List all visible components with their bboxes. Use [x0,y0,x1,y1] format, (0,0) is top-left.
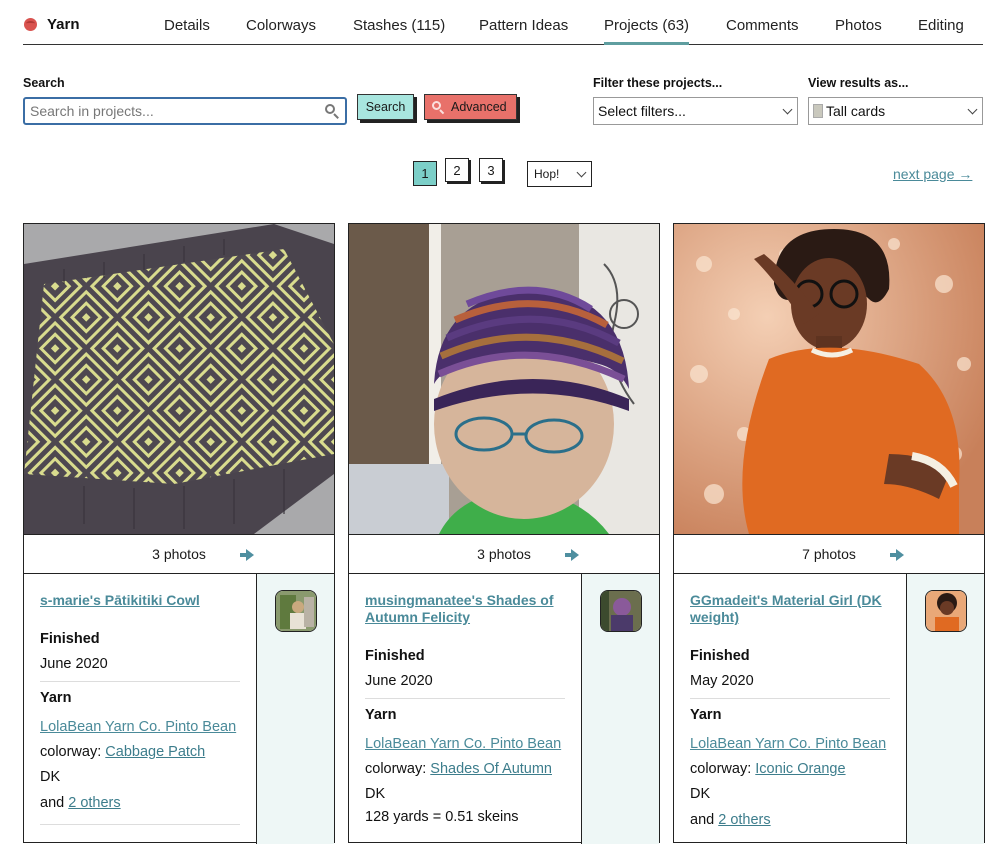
others-line: and 2 others [690,812,771,828]
colorway-prefix: colorway: [690,761,752,777]
others-link[interactable]: 2 others [718,812,770,828]
avatar[interactable] [925,590,967,632]
yarn-label: Yarn [365,707,397,723]
yarn-ball-icon [23,17,39,33]
yarn-weight: DK [690,786,711,802]
filter-label: Filter these projects... [593,76,723,90]
tab-details[interactable]: Details [164,17,210,34]
hop-select[interactable]: Hop! [527,161,592,187]
yarn-label: Yarn [690,707,722,723]
others-link[interactable]: 2 others [68,795,120,811]
avatar[interactable] [275,590,317,632]
colorway-line: colorway: Cabbage Patch [40,744,205,760]
next-page-link[interactable]: next page → [893,166,972,182]
card-details: s-marie's Pātikitiki Cowl Finished June … [24,574,256,844]
search-input[interactable] [28,99,318,123]
view-label: View results as... [808,76,909,90]
colorway-link[interactable]: Iconic Orange [755,761,845,777]
divider [365,698,565,699]
yarn-link[interactable]: LolaBean Yarn Co. Pinto Bean [40,719,236,735]
avatar[interactable] [600,590,642,632]
yardage: 128 yards = 0.51 skeins [365,809,519,825]
view-select-value: Tall cards [826,103,886,119]
colorway-link[interactable]: Shades Of Autumn [430,761,552,777]
photo-count: 7 photos [802,546,856,562]
card-side-panel [581,574,659,844]
card-details: musingmanatee's Shades of Autumn Felicit… [349,574,581,844]
finished-date: June 2020 [365,673,433,689]
others-prefix: and [40,795,65,811]
photo-count: 3 photos [152,546,206,562]
chevron-down-icon [576,167,587,178]
arrow-right-icon [890,549,904,561]
photo-count: 3 photos [477,546,531,562]
finished-date: June 2020 [40,656,108,672]
yarn-label: Yarn [40,690,72,706]
project-photo[interactable] [674,224,984,534]
project-title-link[interactable]: GGmadeit's Material Girl (DK weight) [690,592,895,626]
yarn-weight: DK [40,769,61,785]
card-side-panel [256,574,334,844]
others-line: and 2 others [40,795,121,811]
finished-date: May 2020 [690,673,754,689]
status-label: Finished [690,648,750,664]
brand-label: Yarn [47,16,80,33]
divider [40,681,240,682]
project-card: 3 photos musingmanatee's Shades of Autum… [348,223,660,844]
others-prefix: and [690,812,715,828]
divider [40,824,240,825]
search-icon [325,104,339,119]
page-3-button[interactable]: 3 [479,158,503,182]
project-photo[interactable] [24,224,334,534]
project-card: 3 photos s-marie's Pātikitiki Cowl Finis… [23,223,335,844]
photos-link[interactable]: 7 photos [674,534,984,574]
colorway-prefix: colorway: [40,744,102,760]
card-details: GGmadeit's Material Girl (DK weight) Fin… [674,574,906,844]
colorway-link[interactable]: Cabbage Patch [105,744,205,760]
colorway-prefix: colorway: [365,761,427,777]
search-label: Search [23,76,65,90]
colorway-line: colorway: Iconic Orange [690,761,846,777]
tab-pattern-ideas[interactable]: Pattern Ideas [479,17,568,34]
yarn-link[interactable]: LolaBean Yarn Co. Pinto Bean [690,736,886,752]
filter-select[interactable]: Select filters... [593,97,798,125]
arrow-right-icon [565,549,579,561]
project-title-link[interactable]: s-marie's Pātikitiki Cowl [40,592,245,609]
project-photo[interactable] [349,224,659,534]
tab-editing[interactable]: Editing [918,17,964,34]
yarn-link[interactable]: LolaBean Yarn Co. Pinto Bean [365,736,561,752]
card-side-panel [906,574,984,844]
search-field[interactable] [23,97,347,125]
view-select[interactable]: Tall cards [808,97,983,125]
hop-label: Hop! [534,167,560,181]
status-label: Finished [40,631,100,647]
filter-select-value: Select filters... [598,103,686,119]
page-2-button[interactable]: 2 [445,158,469,182]
advanced-search-icon [432,100,445,114]
arrow-right-icon [240,549,254,561]
chevron-down-icon [967,104,978,115]
advanced-search-button[interactable]: Advanced [424,94,517,120]
tab-projects[interactable]: Projects (63) [604,17,690,45]
photos-link[interactable]: 3 photos [349,534,659,574]
brand[interactable]: Yarn [23,16,80,33]
divider [690,698,890,699]
tab-comments[interactable]: Comments [726,17,799,34]
tab-colorways[interactable]: Colorways [246,17,316,34]
yarn-weight: DK [365,786,386,802]
tab-stashes[interactable]: Stashes (115) [353,17,445,34]
chevron-down-icon [782,104,793,115]
page-1-button[interactable]: 1 [413,161,437,186]
status-label: Finished [365,648,425,664]
advanced-button-label: Advanced [451,100,507,114]
tab-photos[interactable]: Photos [835,17,882,34]
search-button[interactable]: Search [357,94,414,120]
colorway-line: colorway: Shades Of Autumn [365,761,552,777]
project-title-link[interactable]: musingmanatee's Shades of Autumn Felicit… [365,592,570,626]
project-card: 7 photos GGmadeit's Material Girl (DK we… [673,223,985,844]
card-view-icon [813,104,823,118]
photos-link[interactable]: 3 photos [24,534,334,574]
top-nav: Yarn Details Colorways Stashes (115) Pat… [23,0,983,45]
